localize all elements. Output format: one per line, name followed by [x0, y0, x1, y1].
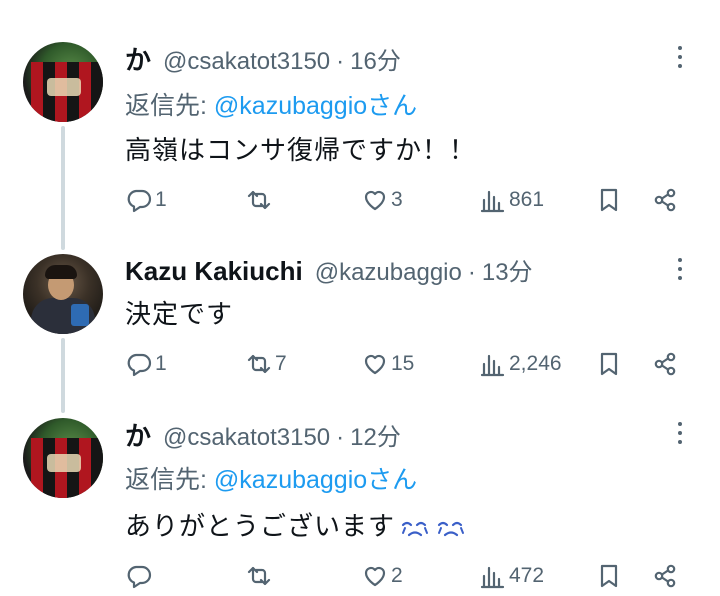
- views-button[interactable]: 861: [479, 182, 544, 218]
- tweet-header: か @csakatot3150 · 16分: [125, 40, 401, 77]
- timestamp[interactable]: 12分: [350, 417, 401, 452]
- timestamp[interactable]: 13分: [482, 252, 533, 287]
- bookmark-button[interactable]: [595, 346, 623, 382]
- avatar[interactable]: [23, 254, 103, 334]
- retweet-button[interactable]: [245, 558, 275, 594]
- avatar[interactable]: [23, 418, 103, 498]
- retweet-icon: [247, 354, 271, 374]
- views-button[interactable]: 472: [479, 558, 544, 594]
- separator: ·: [336, 48, 345, 75]
- tweet-text-row: ありがとうございます: [125, 506, 467, 543]
- reply-mention-link[interactable]: @kazubaggio: [214, 92, 367, 120]
- views-icon: [480, 566, 505, 589]
- views-icon: [480, 354, 505, 377]
- more-icon[interactable]: [670, 40, 690, 74]
- separator: ·: [336, 424, 345, 451]
- like-icon: [364, 566, 386, 587]
- action-bar: 1 3 861: [125, 182, 685, 218]
- retweet-count: 7: [275, 352, 287, 375]
- reply-count: 1: [155, 188, 167, 211]
- reply-button[interactable]: 1: [125, 182, 167, 218]
- reply-to: 返信先: @kazubaggioさん: [125, 460, 417, 496]
- like-icon: [364, 354, 386, 375]
- like-button[interactable]: 3: [361, 182, 403, 218]
- share-button[interactable]: [651, 346, 679, 382]
- bookmark-button[interactable]: [595, 558, 623, 594]
- views-count: 472: [509, 564, 545, 587]
- share-icon: [654, 352, 676, 376]
- reply-prefix: 返信先:: [125, 92, 214, 120]
- reply-prefix: 返信先:: [125, 466, 214, 494]
- reply-suffix: さん: [367, 92, 418, 120]
- like-count: 2: [391, 564, 403, 587]
- bookmark-button[interactable]: [595, 182, 623, 218]
- share-button[interactable]: [651, 182, 679, 218]
- action-bar: 1 7 15 2,246: [125, 346, 685, 382]
- retweet-button[interactable]: [245, 182, 275, 218]
- share-button[interactable]: [651, 558, 679, 594]
- bookmark-icon: [600, 352, 618, 376]
- reply-mention-link[interactable]: @kazubaggio: [214, 466, 367, 494]
- reply-icon: [127, 189, 152, 213]
- like-count: 15: [391, 352, 415, 375]
- reply-button[interactable]: 1: [125, 346, 167, 382]
- like-button[interactable]: 15: [361, 346, 414, 382]
- more-icon[interactable]: [670, 252, 690, 286]
- avatar[interactable]: [23, 42, 103, 122]
- like-count: 3: [391, 188, 403, 211]
- reply-icon: [127, 353, 152, 377]
- action-bar: 2 472: [125, 558, 685, 594]
- user-handle[interactable]: @csakatot3150: [163, 424, 330, 452]
- reply-suffix: さん: [367, 466, 418, 494]
- user-handle[interactable]: @kazubaggio: [315, 259, 462, 287]
- views-count: 2,246: [509, 352, 562, 375]
- crying-face-emoji: [437, 522, 465, 537]
- views-button[interactable]: 2,246: [479, 346, 562, 382]
- more-icon[interactable]: [670, 416, 690, 450]
- tweet-text: 高嶺はコンサ復帰ですか！！: [125, 135, 477, 165]
- retweet-icon: [247, 190, 271, 210]
- timestamp[interactable]: 16分: [350, 41, 401, 76]
- tweet-header: か @csakatot3150 · 12分: [125, 416, 401, 453]
- reply-count: 1: [155, 352, 167, 375]
- crying-face-emoji: [401, 522, 429, 537]
- retweet-icon: [247, 566, 271, 586]
- like-icon: [364, 190, 386, 211]
- views-count: 861: [509, 188, 545, 211]
- retweet-button[interactable]: 7: [245, 346, 287, 382]
- share-icon: [654, 188, 676, 212]
- tweet[interactable]: か @csakatot3150 · 16分 返信先: @kazubaggioさん…: [0, 0, 720, 240]
- tweet-header: Kazu Kakiuchi @kazubaggio · 13分: [125, 252, 533, 286]
- bookmark-icon: [600, 564, 618, 588]
- display-name[interactable]: か: [125, 416, 151, 453]
- reply-icon: [127, 565, 152, 589]
- tweet[interactable]: Kazu Kakiuchi @kazubaggio · 13分 決定です 1 7…: [0, 240, 720, 412]
- tweet[interactable]: か @csakatot3150 · 12分 返信先: @kazubaggioさん…: [0, 412, 720, 596]
- reply-to: 返信先: @kazubaggioさん: [125, 86, 417, 122]
- tweet-text: ありがとうございます: [125, 511, 396, 541]
- tweet-text: 決定です: [125, 299, 234, 329]
- bookmark-icon: [600, 188, 618, 212]
- views-icon: [480, 190, 505, 213]
- reply-button[interactable]: [125, 558, 155, 594]
- display-name[interactable]: か: [125, 40, 151, 77]
- share-icon: [654, 564, 676, 588]
- separator: ·: [467, 259, 476, 286]
- like-button[interactable]: 2: [361, 558, 403, 594]
- user-handle[interactable]: @csakatot3150: [163, 48, 330, 76]
- display-name[interactable]: Kazu Kakiuchi: [125, 256, 303, 287]
